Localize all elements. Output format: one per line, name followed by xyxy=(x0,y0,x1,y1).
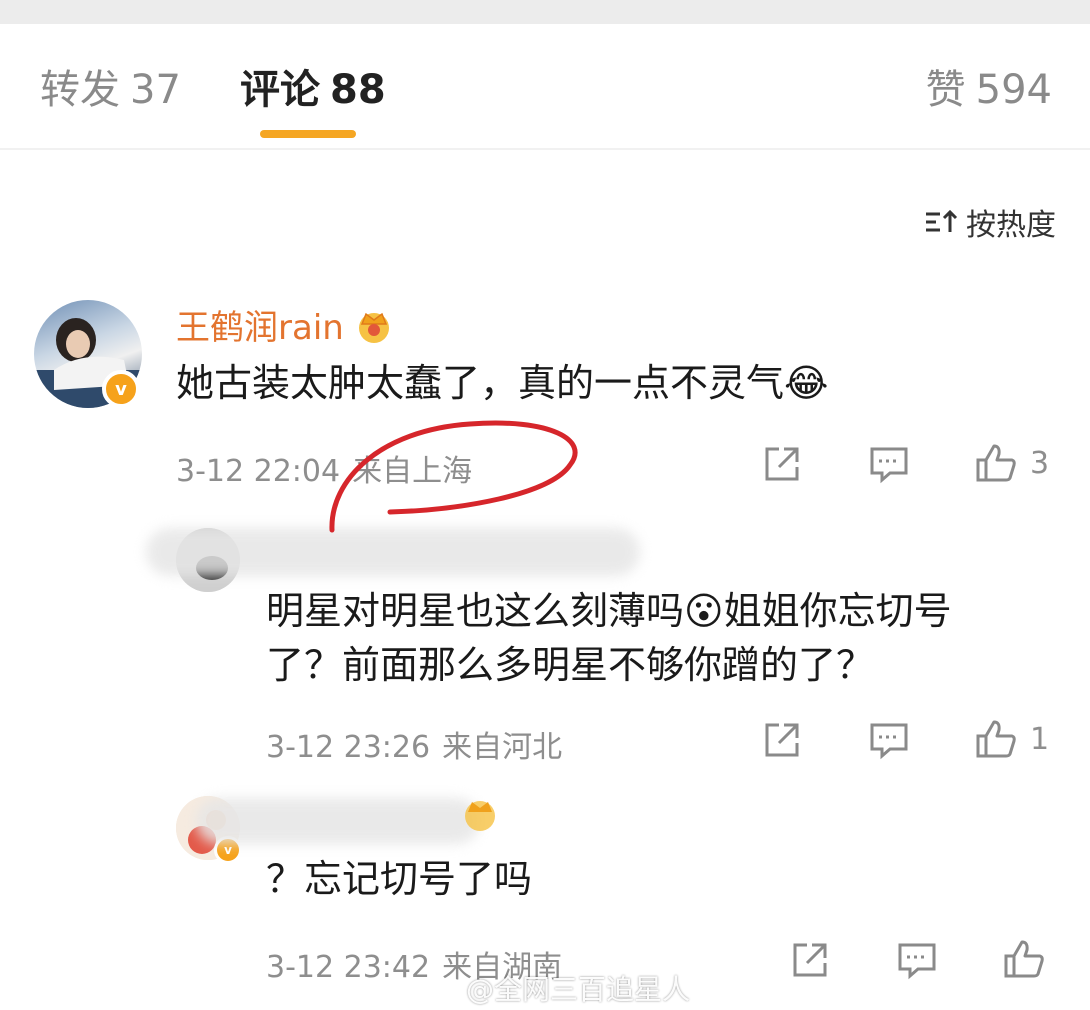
tab-comment-count: 88 xyxy=(330,67,386,113)
comment-meta: 3-12 23:26 来自河北 xyxy=(266,722,562,766)
tab-repost[interactable]: 转发 37 xyxy=(40,66,181,114)
comment-time: 3-12 22:04 xyxy=(176,454,341,489)
watermark-text: @全网三百追星人 xyxy=(466,973,691,1006)
tab-comment-label: 评论 xyxy=(240,67,320,113)
tab-bar: 转发 37 评论 88 赞 594 xyxy=(0,24,1090,150)
share-icon xyxy=(765,447,799,481)
reply-button[interactable] xyxy=(896,940,938,980)
comment-time: 3-12 23:26 xyxy=(266,730,431,765)
thumbs-up-icon xyxy=(976,444,1016,482)
weibo-logo-icon xyxy=(432,977,460,1000)
thumbs-up-icon xyxy=(1004,940,1044,978)
like-count: 1 xyxy=(1030,721,1050,757)
share-icon xyxy=(793,943,827,977)
tab-like-count: 594 xyxy=(975,67,1052,113)
active-tab-indicator xyxy=(260,130,356,138)
comment-icon xyxy=(870,447,908,484)
comment-icon xyxy=(870,723,908,760)
comment-text-line: 明星对明星也这么刻薄吗😮姐姐你忘切号 xyxy=(266,589,952,633)
tab-repost-count: 37 xyxy=(130,67,181,113)
comment-text: 她古装太肿太蠢了，真的一点不灵气😂 xyxy=(176,361,829,405)
thumbs-up-icon xyxy=(976,720,1016,758)
comment-location: 来自河北 xyxy=(442,730,563,765)
username-text: 王鹤润rain xyxy=(176,308,344,348)
sort-label: 按热度 xyxy=(966,208,1056,243)
like-count: 3 xyxy=(1030,445,1050,481)
comment-username[interactable]: 王鹤润rain xyxy=(176,300,394,349)
comment-text: 明星对明星也这么刻薄吗😮姐姐你忘切号 了？前面那么多明星不够你蹭的了？ xyxy=(266,584,1066,692)
reply-button[interactable] xyxy=(868,720,910,760)
like-button[interactable]: 3 xyxy=(974,442,1049,484)
share-button[interactable] xyxy=(790,940,830,980)
like-button[interactable] xyxy=(1002,938,1046,980)
like-button[interactable]: 1 xyxy=(974,718,1049,760)
comment-icon xyxy=(898,943,936,980)
status-strip xyxy=(0,0,1090,24)
tab-like[interactable]: 赞 594 xyxy=(926,66,1052,114)
red-annotation-circle xyxy=(329,420,578,533)
watermark: @全网三百追星人 xyxy=(432,968,690,1008)
verified-badge-icon: v xyxy=(102,370,140,408)
comment-time: 3-12 23:42 xyxy=(266,950,431,985)
tab-like-label: 赞 xyxy=(925,67,966,113)
comment-text-line: 了？前面那么多明星不够你蹭的了？ xyxy=(266,643,875,687)
tab-comment[interactable]: 评论 88 xyxy=(240,66,386,114)
reply-button[interactable] xyxy=(868,444,910,484)
redacted-username xyxy=(196,798,480,844)
tab-repost-label: 转发 xyxy=(40,67,120,113)
share-button[interactable] xyxy=(762,720,802,760)
crown-icon xyxy=(465,801,495,831)
sort-icon xyxy=(926,209,958,232)
comment-text: ？忘记切号了吗 xyxy=(266,857,533,901)
share-button[interactable] xyxy=(762,444,802,484)
sort-button[interactable]: 按热度 xyxy=(924,200,1056,244)
share-icon xyxy=(765,723,799,757)
crown-icon xyxy=(358,312,389,343)
